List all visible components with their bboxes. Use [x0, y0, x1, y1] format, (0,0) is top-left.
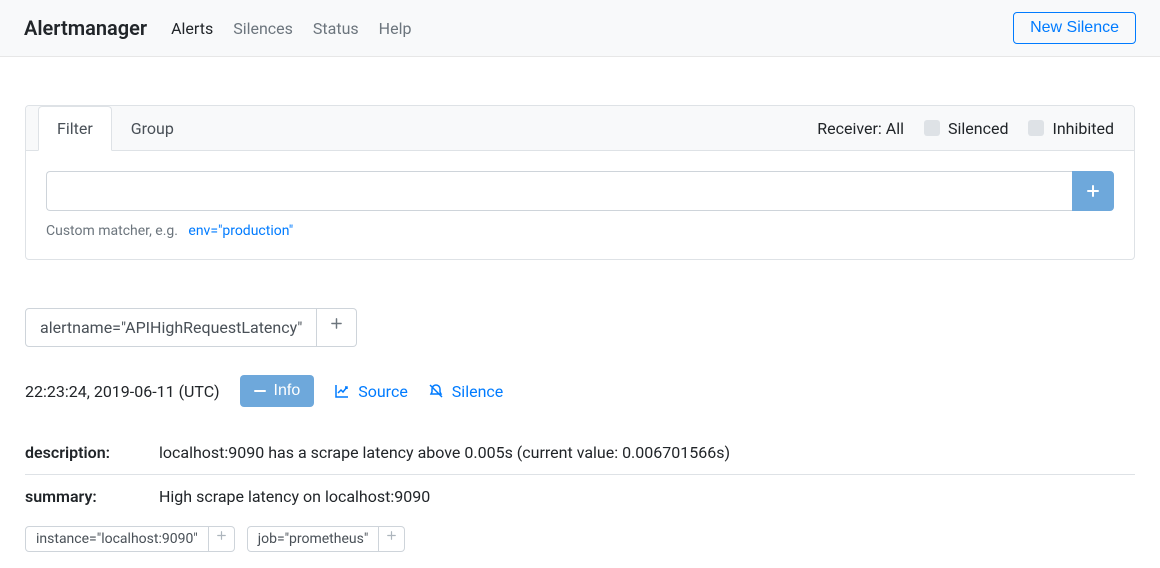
hint-example[interactable]: env="production" [188, 223, 293, 239]
label-chip[interactable]: job="prometheus" [247, 526, 380, 552]
source-label: Source [358, 382, 408, 401]
brand[interactable]: Alertmanager [24, 16, 147, 40]
inhibited-label: Inhibited [1052, 119, 1114, 138]
inhibited-toggle[interactable]: Inhibited [1028, 119, 1114, 138]
detail-value: localhost:9090 has a scrape latency abov… [159, 443, 730, 462]
checkbox-icon [1028, 120, 1044, 136]
detail-row: summary: High scrape latency on localhos… [25, 474, 1135, 518]
nav-links: Alerts Silences Status Help [171, 19, 989, 38]
label-add-button[interactable] [209, 526, 235, 552]
filter-hint: Custom matcher, e.g. env="production" [46, 223, 1114, 239]
detail-row: description: localhost:9090 has a scrape… [25, 431, 1135, 474]
main-container: Filter Group Receiver: All Silenced Inhi… [25, 57, 1135, 552]
silence-link[interactable]: Silence [428, 382, 503, 401]
alert-header: 22:23:24, 2019-06-11 (UTC) Info Source S… [25, 375, 1135, 407]
tabs-right: Receiver: All Silenced Inhibited [809, 107, 1122, 150]
silenced-toggle[interactable]: Silenced [924, 119, 1008, 138]
alertname-label[interactable]: alertname="APIHighRequestLatency" [25, 308, 317, 347]
detail-key: description: [25, 443, 135, 462]
info-button[interactable]: Info [240, 375, 315, 407]
navbar: Alertmanager Alerts Silences Status Help… [0, 0, 1160, 57]
plus-icon [331, 318, 342, 329]
alertname-group: alertname="APIHighRequestLatency" [25, 308, 1135, 347]
info-button-label: Info [274, 382, 301, 400]
checkbox-icon [924, 120, 940, 136]
alert-timestamp: 22:23:24, 2019-06-11 (UTC) [25, 382, 220, 401]
chart-icon [334, 383, 350, 399]
tabs: Filter Group Receiver: All Silenced Inhi… [26, 106, 1134, 151]
alert-labels: instance="localhost:9090" job="prometheu… [25, 526, 1135, 552]
silence-label: Silence [452, 382, 503, 401]
panel-body: Custom matcher, e.g. env="production" [26, 151, 1134, 259]
label-job: job="prometheus" [247, 526, 406, 552]
alert-details: description: localhost:9090 has a scrape… [25, 431, 1135, 518]
tab-filter[interactable]: Filter [38, 106, 112, 151]
nav-silences[interactable]: Silences [233, 19, 293, 38]
filter-input-group [46, 171, 1114, 211]
new-silence-button[interactable]: New Silence [1013, 12, 1136, 44]
filter-panel: Filter Group Receiver: All Silenced Inhi… [25, 105, 1135, 260]
label-add-button[interactable] [379, 526, 405, 552]
alertname-add-button[interactable] [317, 308, 357, 347]
plus-icon [387, 531, 396, 540]
source-link[interactable]: Source [334, 382, 408, 401]
plus-icon [1087, 185, 1099, 197]
plus-icon [217, 531, 226, 540]
label-chip[interactable]: instance="localhost:9090" [25, 526, 209, 552]
silenced-label: Silenced [948, 119, 1008, 138]
nav-help[interactable]: Help [379, 19, 412, 38]
tab-group[interactable]: Group [112, 106, 193, 151]
nav-alerts[interactable]: Alerts [171, 19, 213, 38]
minus-icon [254, 385, 266, 397]
hint-prefix: Custom matcher, e.g. [46, 223, 178, 239]
label-instance: instance="localhost:9090" [25, 526, 235, 552]
detail-key: summary: [25, 487, 135, 506]
filter-input[interactable] [46, 171, 1072, 211]
receiver-label: Receiver: All [817, 119, 904, 138]
nav-status[interactable]: Status [313, 19, 359, 38]
add-filter-button[interactable] [1072, 171, 1114, 211]
detail-value: High scrape latency on localhost:9090 [159, 487, 430, 506]
bell-off-icon [428, 383, 444, 399]
